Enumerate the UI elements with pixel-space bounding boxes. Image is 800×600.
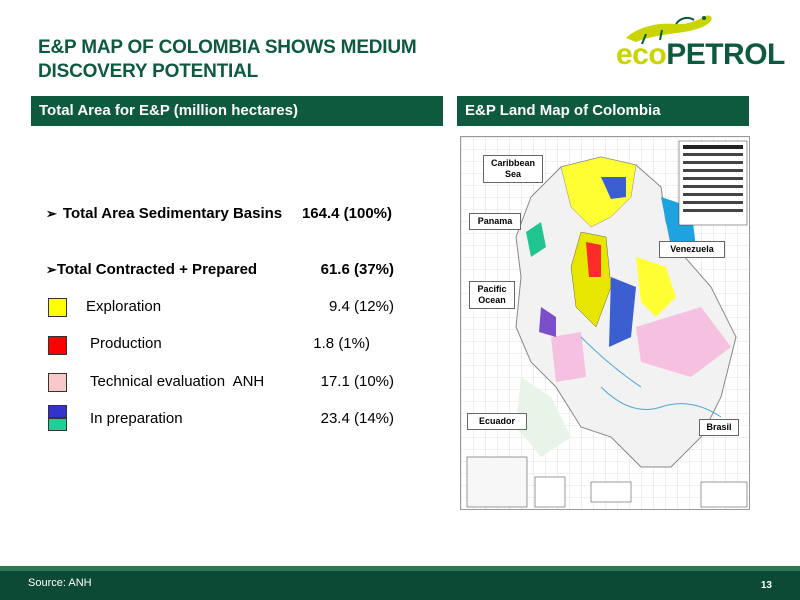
colombia-land-map: Caribbean Sea Panama Venezuela Pacific O…: [460, 136, 750, 510]
slide: E&P MAP OF COLOMBIA SHOWS MEDIUM DISCOVE…: [0, 0, 800, 600]
production-value: 1.8 (1%): [313, 335, 370, 352]
production-label: Production: [90, 335, 162, 352]
exploration-row: Exploration 9.4 (12%): [46, 296, 394, 318]
total-contracted-label: Total Contracted + Prepared: [56, 261, 258, 278]
map-label-venezuela: Venezuela: [659, 241, 725, 258]
slide-title: E&P MAP OF COLOMBIA SHOWS MEDIUM DISCOVE…: [38, 37, 417, 82]
technical-evaluation-row: Technical evaluation ANH 17.1 (10%): [46, 371, 394, 393]
map-image: [461, 137, 749, 509]
map-label-ecuador: Ecuador: [467, 413, 527, 430]
exploration-value: 9.4 (12%): [328, 298, 394, 315]
total-sedimentary-label: Total Area Sedimentary Basins: [62, 205, 283, 222]
map-label-pacific: Pacific Ocean: [469, 281, 515, 309]
logo-petrol-text: PETROL: [666, 38, 785, 71]
logo-wordmark: ecoPETROL: [616, 38, 785, 72]
total-contracted-value: 61.6 (37%): [320, 261, 394, 278]
ecopetrol-logo: ecoPETROL: [606, 14, 785, 71]
in-preparation-row: In preparation 23.4 (14%): [46, 408, 394, 430]
technical-evaluation-label: Technical evaluation ANH: [90, 373, 265, 390]
right-panel-header: E&P Land Map of Colombia: [457, 96, 749, 126]
exploration-label: Exploration: [86, 298, 162, 315]
total-sedimentary-value: 164.4 (100%): [301, 205, 392, 222]
arrow-bullet-icon: ➢: [46, 262, 57, 277]
map-label-brasil: Brasil: [699, 419, 739, 436]
production-row: Production 1.8 (1%): [46, 333, 386, 355]
total-contracted-row: ➢Total Contracted + Prepared 61.6 (37%): [46, 259, 394, 281]
map-label-panama: Panama: [469, 213, 521, 230]
source-note: Source: ANH: [28, 577, 92, 589]
total-sedimentary-row: ➢ Total Area Sedimentary Basins 164.4 (10…: [46, 203, 392, 225]
page-number: 13: [760, 580, 772, 591]
map-label-caribbean: Caribbean Sea: [483, 155, 543, 183]
logo-eco-text: eco: [616, 38, 667, 71]
in-preparation-value: 23.4 (14%): [320, 410, 394, 427]
technical-evaluation-value: 17.1 (10%): [320, 373, 394, 390]
in-preparation-label: In preparation: [90, 410, 183, 427]
footer-bar: [0, 571, 800, 600]
arrow-bullet-icon: ➢: [46, 206, 57, 221]
left-panel-header: Total Area for E&P (million hectares): [31, 96, 443, 126]
